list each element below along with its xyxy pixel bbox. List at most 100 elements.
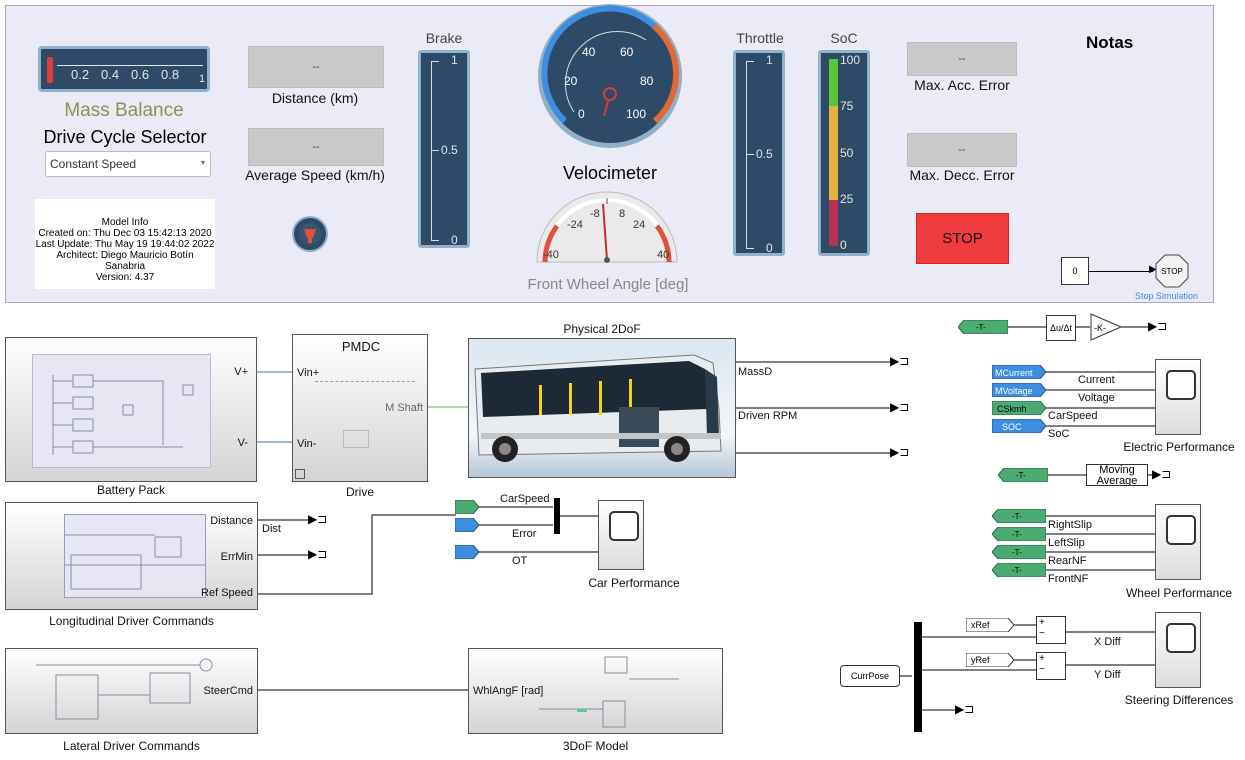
- signal-rearnf: RearNF: [1048, 555, 1087, 567]
- pmdc-title: PMDC: [341, 339, 381, 354]
- bus-image: [469, 339, 735, 477]
- goto-tag-rightslip[interactable]: -T-: [992, 509, 1046, 523]
- port-steercmd: SteerCmd: [203, 685, 253, 697]
- goto-tag-text: -T-: [976, 323, 986, 332]
- scope-screen: [609, 511, 639, 541]
- steering-differences-caption: Steering Differences: [1124, 693, 1234, 707]
- port-distance: Distance: [210, 515, 253, 527]
- subsystem-icon: [295, 469, 305, 479]
- signal-frontnf: FrontNF: [1048, 573, 1089, 585]
- battery-diagram-icon: [52, 374, 194, 455]
- port-vin-plus: Vin+: [297, 367, 320, 379]
- goto-tag-frontnf[interactable]: -T-: [992, 563, 1046, 577]
- drive-notes: [315, 381, 415, 402]
- wheel-performance-scope[interactable]: [1155, 504, 1201, 580]
- port-whlangf: WhlAngF [rad]: [473, 685, 544, 697]
- ref-text: yRef: [971, 655, 990, 665]
- battery-pack-block[interactable]: V+ V-: [5, 337, 257, 482]
- sum-block-y[interactable]: + −: [1036, 652, 1066, 680]
- car-performance-scope[interactable]: [598, 500, 644, 570]
- goto-tag-ot[interactable]: [455, 545, 479, 559]
- physical-2dof-block[interactable]: [468, 338, 736, 478]
- electric-performance-scope[interactable]: [1155, 359, 1201, 435]
- port-ref-speed: Ref Speed: [201, 587, 253, 599]
- signal-current: Current: [1078, 374, 1115, 386]
- from-tag-cskmh[interactable]: CSkmh: [992, 401, 1046, 415]
- threedof-caption: 3DoF Model: [562, 739, 629, 753]
- terminator-icon: ▶⊐: [1148, 319, 1168, 333]
- terminator-icon: ▶⊐: [955, 702, 975, 716]
- mux-bar: [554, 498, 560, 534]
- tag-text: CSkmh: [997, 404, 1027, 414]
- scope-screen: [1166, 370, 1196, 400]
- physical-title: Physical 2DoF: [563, 322, 641, 336]
- port-vminus: V-: [237, 437, 248, 449]
- goto-tag-text: -T-: [1012, 548, 1022, 557]
- terminator-icon: ▶⊐: [1152, 467, 1172, 481]
- from-yref[interactable]: yRef: [966, 653, 1014, 667]
- terminator-icon: ▶⊐: [308, 512, 328, 526]
- port-massd: MassD: [738, 366, 773, 378]
- signal-y-diff: Y Diff: [1094, 669, 1121, 681]
- dist-signal-label: Dist: [262, 523, 281, 535]
- terminator-icon: ▶⊐: [890, 445, 910, 459]
- from-tag-mvoltage[interactable]: MVoltage: [992, 383, 1046, 397]
- battery-preview: [32, 354, 211, 468]
- drive-block[interactable]: PMDC Vin+ Vin- M Shaft: [292, 334, 428, 482]
- gain-block[interactable]: -K-: [1090, 313, 1122, 341]
- goto-tag-derivative[interactable]: -T-: [958, 320, 1008, 334]
- signal-error: Error: [512, 528, 537, 540]
- lateral-caption: Lateral Driver Commands: [63, 739, 200, 753]
- goto-tag-carspeed[interactable]: [455, 500, 479, 514]
- demux-bar: [914, 622, 922, 732]
- currpose-block[interactable]: CurrPose: [840, 665, 900, 687]
- signal-leftslip: LeftSlip: [1048, 537, 1085, 549]
- steering-differences-scope[interactable]: [1155, 612, 1201, 688]
- port-vin-minus: Vin-: [297, 438, 317, 450]
- goto-tag-moving[interactable]: -T-: [998, 468, 1048, 482]
- longitudinal-diagram-icon: [65, 534, 205, 590]
- terminator-icon: ▶⊐: [308, 547, 328, 561]
- goto-tag-text: -T-: [1012, 530, 1022, 539]
- drive-caption: Drive: [345, 485, 374, 499]
- moving-average-block[interactable]: Moving Average: [1086, 464, 1148, 486]
- goto-tag-text: -T-: [1012, 566, 1022, 575]
- goto-tag-error[interactable]: [455, 518, 479, 532]
- longitudinal-block[interactable]: Distance ErrMin Ref Speed: [5, 502, 258, 610]
- sum-block-x[interactable]: + −: [1036, 616, 1066, 644]
- signal-carspeed-2: CarSpeed: [1048, 410, 1098, 422]
- port-m-shaft: M Shaft: [385, 402, 423, 414]
- from-tag-mcurrent[interactable]: MCurrent: [992, 365, 1046, 379]
- signal-voltage: Voltage: [1078, 392, 1115, 404]
- electric-performance-caption: Electric Performance: [1123, 440, 1235, 454]
- lateral-block[interactable]: SteerCmd: [5, 648, 258, 734]
- tag-text: MVoltage: [995, 386, 1033, 396]
- drive-inner-box: [343, 430, 369, 448]
- longitudinal-caption: Longitudinal Driver Commands: [49, 614, 214, 628]
- signal-soc: SoC: [1048, 428, 1070, 440]
- signal-rightslip: RightSlip: [1048, 519, 1093, 531]
- tag-text: MCurrent: [995, 368, 1033, 378]
- longitudinal-preview: [64, 514, 206, 598]
- from-tag-soc[interactable]: SOC: [992, 419, 1046, 433]
- goto-tag-rearnf[interactable]: -T-: [992, 545, 1046, 559]
- terminator-icon: ▶⊐: [890, 400, 910, 414]
- port-vplus: V+: [234, 366, 248, 378]
- gain-text: -K-: [1094, 323, 1106, 333]
- ref-text: xRef: [971, 620, 990, 630]
- tag-text: SOC: [1002, 422, 1022, 432]
- from-xref[interactable]: xRef: [966, 618, 1014, 632]
- scope-screen: [1166, 623, 1196, 653]
- terminator-icon: ▶⊐: [890, 354, 910, 368]
- scope-screen: [1166, 515, 1196, 545]
- signal-ot: OT: [512, 555, 528, 567]
- port-driven-rpm: Driven RPM: [738, 410, 798, 422]
- derivative-block[interactable]: Δu/Δt: [1046, 315, 1076, 341]
- car-performance-caption: Car Performance: [588, 576, 680, 590]
- signal-x-diff: X Diff: [1094, 636, 1121, 648]
- goto-tag-text: -T-: [1016, 471, 1026, 480]
- wheel-performance-caption: Wheel Performance: [1125, 586, 1233, 600]
- threedof-block[interactable]: WhlAngF [rad]: [468, 648, 723, 734]
- battery-pack-caption: Battery Pack: [96, 483, 166, 497]
- goto-tag-leftslip[interactable]: -T-: [992, 527, 1046, 541]
